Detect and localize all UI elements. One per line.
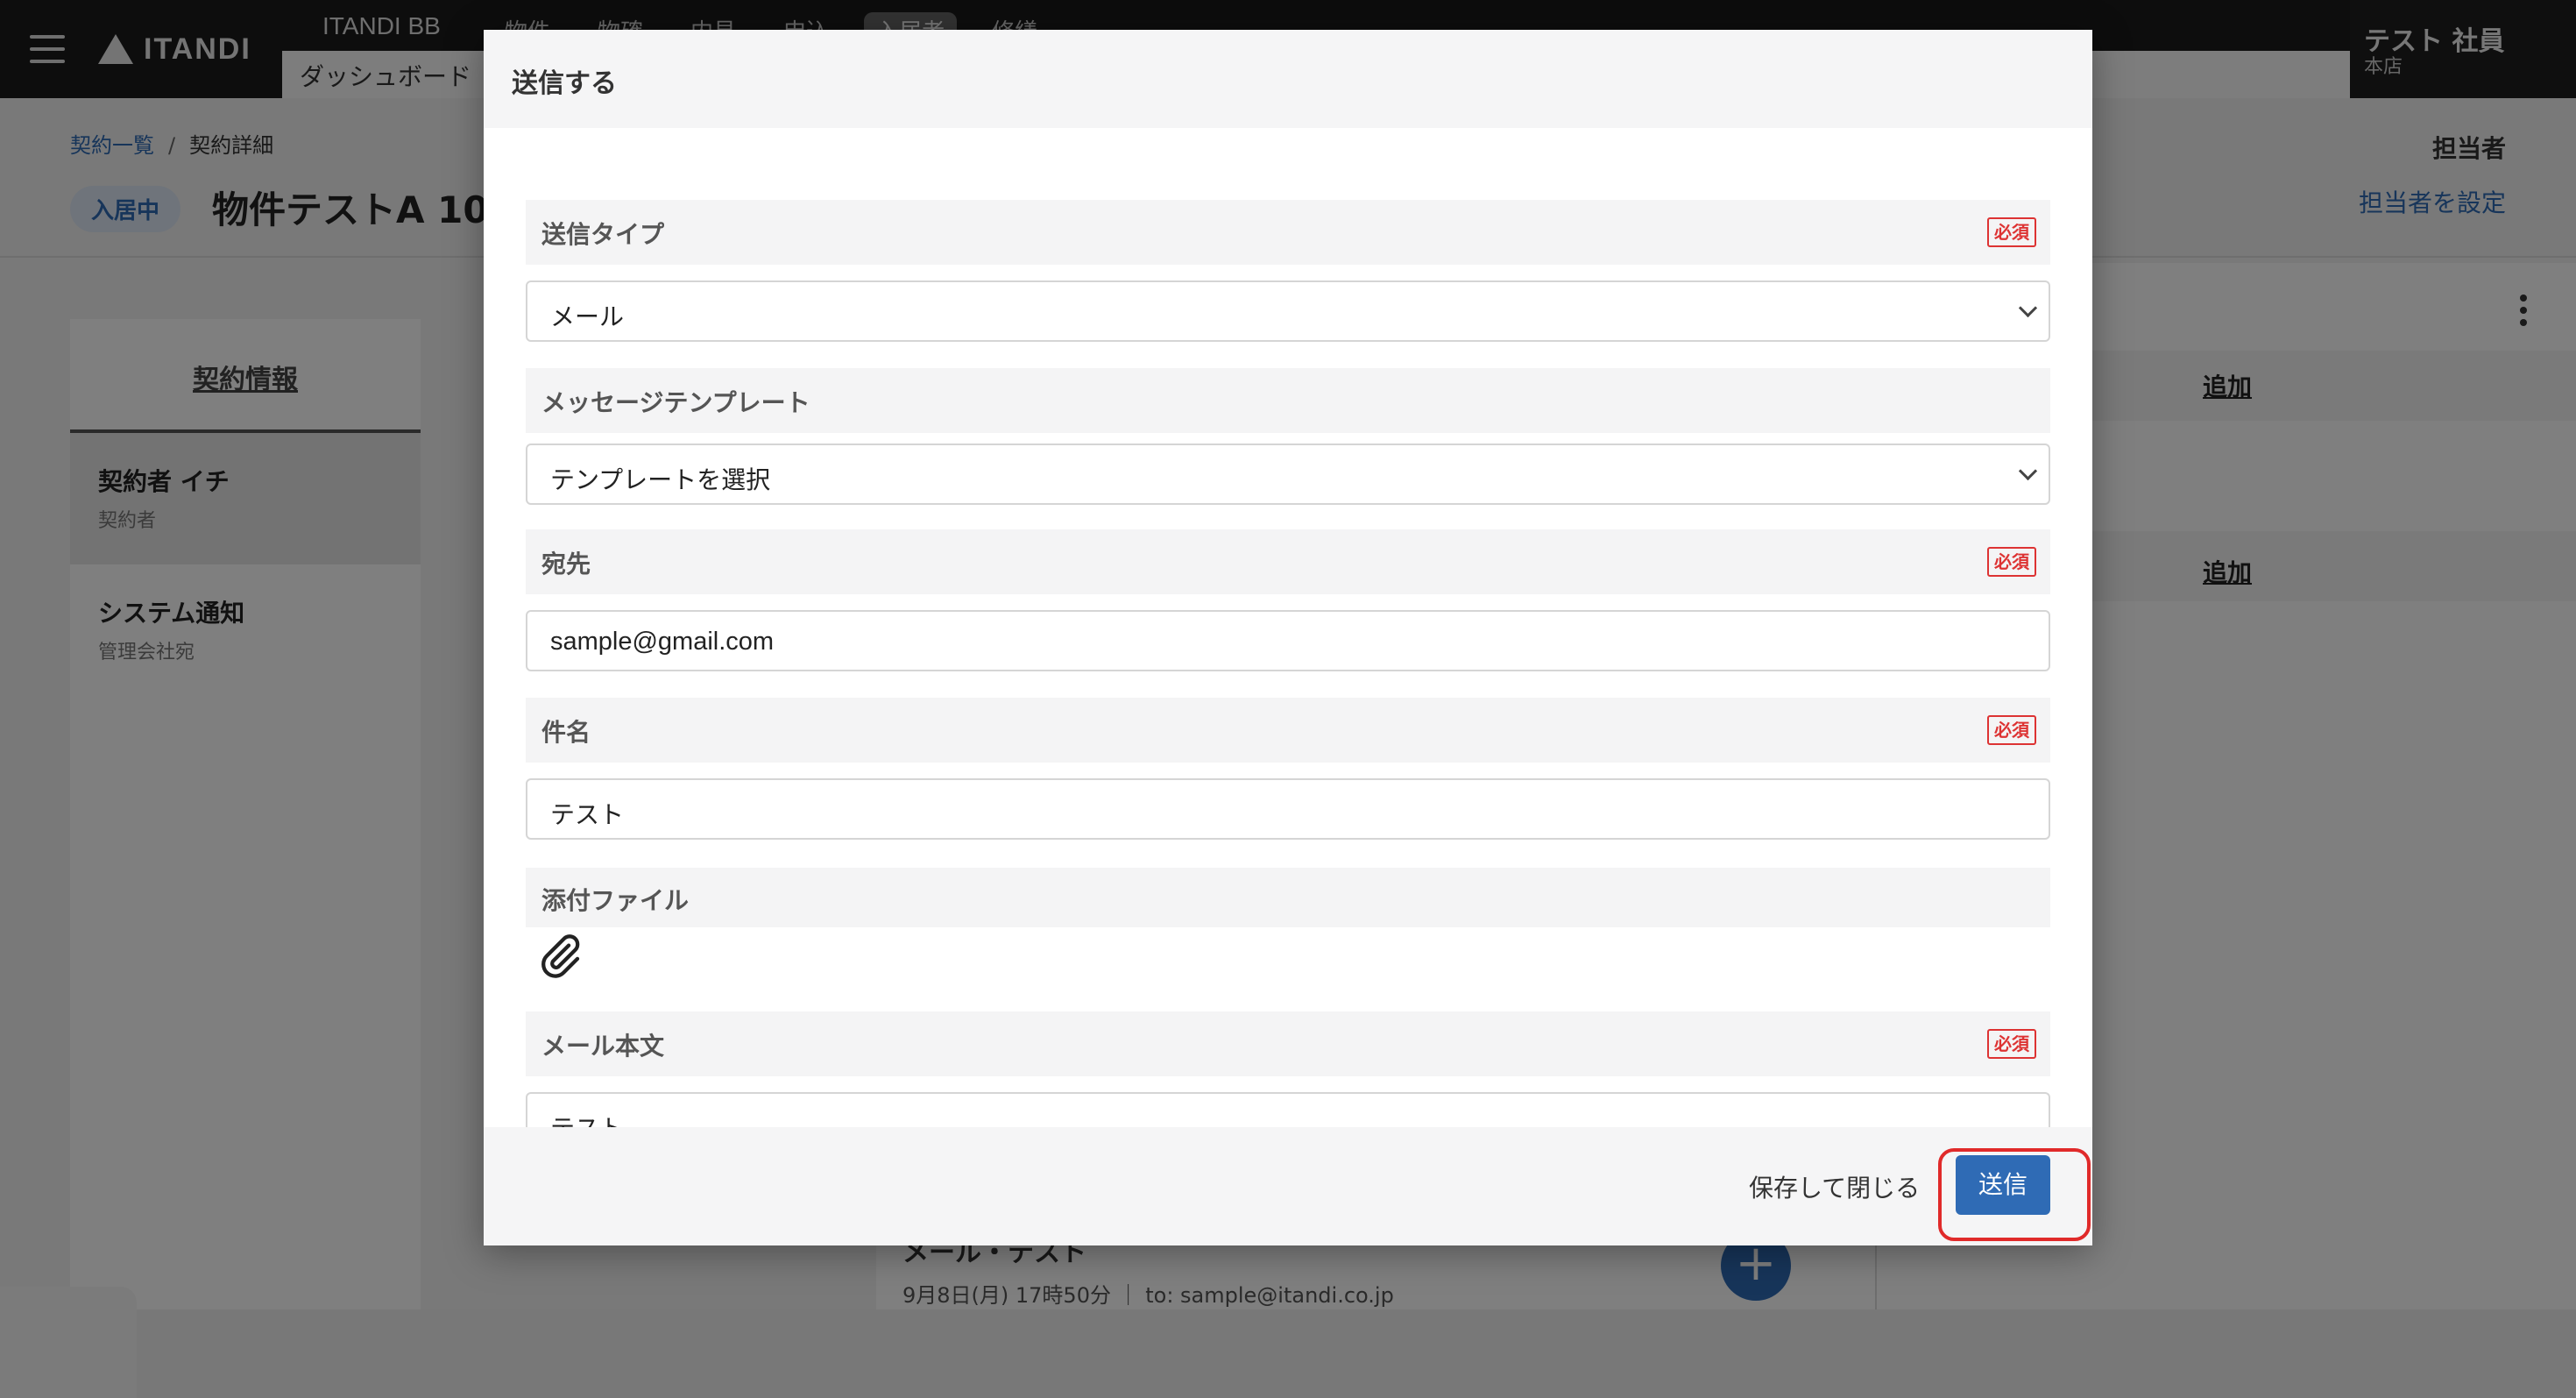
send-type-value: メール	[550, 302, 625, 331]
to-input[interactable]: sample@gmail.com	[526, 610, 2050, 671]
body-label-row: メール本文 必須	[526, 1011, 2050, 1076]
body-label: メール本文	[541, 1032, 665, 1061]
to-label: 宛先	[541, 550, 591, 578]
body-textarea[interactable]: テスト	[526, 1092, 2050, 1127]
template-label: メッセージテンプレート	[541, 388, 810, 417]
modal-body[interactable]: 送信タイプ 必須 メール メッセージテンプレート テンプレートを選択 宛先 必須…	[484, 128, 2092, 1127]
attachment-label: 添付ファイル	[541, 886, 690, 915]
attachment-label-row: 添付ファイル	[526, 868, 2050, 927]
chevron-down-icon	[2018, 461, 2038, 481]
subject-label-row: 件名 必須	[526, 698, 2050, 763]
paperclip-icon[interactable]	[536, 933, 584, 980]
modal-footer: 保存して閉じる 送信	[484, 1127, 2092, 1245]
send-type-label-row: 送信タイプ 必須	[526, 200, 2050, 265]
save-and-close-button[interactable]: 保存して閉じる	[1749, 1169, 1920, 1204]
required-badge: 必須	[1987, 217, 2036, 247]
send-modal: 送信する 送信タイプ 必須 メール メッセージテンプレート テンプレートを選択 …	[484, 30, 2092, 1245]
subject-input[interactable]: テスト	[526, 778, 2050, 840]
required-badge: 必須	[1987, 1029, 2036, 1059]
template-select[interactable]: テンプレートを選択	[526, 444, 2050, 505]
send-type-select[interactable]: メール	[526, 280, 2050, 342]
send-type-label: 送信タイプ	[541, 220, 665, 249]
required-badge: 必須	[1987, 715, 2036, 745]
to-label-row: 宛先 必須	[526, 529, 2050, 594]
template-value: テンプレートを選択	[550, 465, 771, 494]
chevron-down-icon	[2018, 298, 2038, 318]
send-button-highlight	[1938, 1148, 2091, 1241]
body-value: テスト	[550, 1110, 624, 1127]
modal-header: 送信する	[484, 30, 2092, 128]
required-badge: 必須	[1987, 547, 2036, 577]
template-label-row: メッセージテンプレート	[526, 368, 2050, 433]
modal-title: 送信する	[512, 68, 617, 99]
subject-value: テスト	[550, 800, 625, 829]
subject-label: 件名	[541, 718, 591, 747]
to-value: sample@gmail.com	[550, 628, 775, 656]
